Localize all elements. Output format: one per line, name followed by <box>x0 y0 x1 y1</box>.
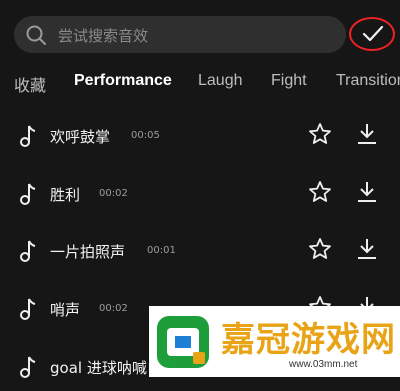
list-item[interactable]: 一片拍照声 00:01 <box>0 229 400 275</box>
music-note-icon <box>20 240 36 262</box>
sound-duration: 00:02 <box>99 188 128 199</box>
tab-laugh[interactable]: Laugh <box>198 72 243 90</box>
confirm-button[interactable] <box>349 17 395 51</box>
music-note-icon <box>20 356 36 378</box>
tab-fight[interactable]: Fight <box>271 72 307 90</box>
top-bar <box>0 0 400 60</box>
tab-favorites[interactable]: 收藏 <box>14 72 46 96</box>
tab-performance[interactable]: Performance <box>74 72 172 90</box>
sound-duration: 00:01 <box>147 245 176 256</box>
watermark-banner: 嘉冠游戏网 www.03mm.net <box>149 306 400 377</box>
sound-duration: 00:02 <box>99 303 128 314</box>
search-icon <box>26 25 46 45</box>
download-icon[interactable] <box>355 122 379 146</box>
music-note-icon <box>20 298 36 320</box>
list-item[interactable]: 欢呼鼓掌 00:05 <box>0 114 400 160</box>
sound-name: goal 进球呐喊 <box>50 359 147 377</box>
sound-duration: 00:05 <box>131 130 160 141</box>
star-outline-icon[interactable] <box>308 237 332 261</box>
sound-name: 胜利 <box>50 186 81 204</box>
music-note-icon <box>20 125 36 147</box>
watermark-logo-icon <box>157 316 209 368</box>
list-item[interactable]: 胜利 00:02 <box>0 172 400 218</box>
watermark-url: www.03mm.net <box>289 359 358 370</box>
watermark-title: 嘉冠游戏网 <box>221 320 396 360</box>
sound-name: 哨声 <box>50 301 81 319</box>
search-input[interactable] <box>56 16 340 55</box>
search-bar[interactable] <box>14 16 346 55</box>
sound-name: 欢呼鼓掌 <box>50 128 111 146</box>
star-outline-icon[interactable] <box>308 122 332 146</box>
star-outline-icon[interactable] <box>308 180 332 204</box>
download-icon[interactable] <box>355 237 379 261</box>
check-icon <box>362 25 384 42</box>
download-icon[interactable] <box>355 180 379 204</box>
category-tabs: 收藏 Performance Laugh Fight Transition <box>0 62 400 102</box>
sound-name: 一片拍照声 <box>50 243 126 261</box>
music-note-icon <box>20 183 36 205</box>
tab-transition[interactable]: Transition <box>336 72 400 90</box>
